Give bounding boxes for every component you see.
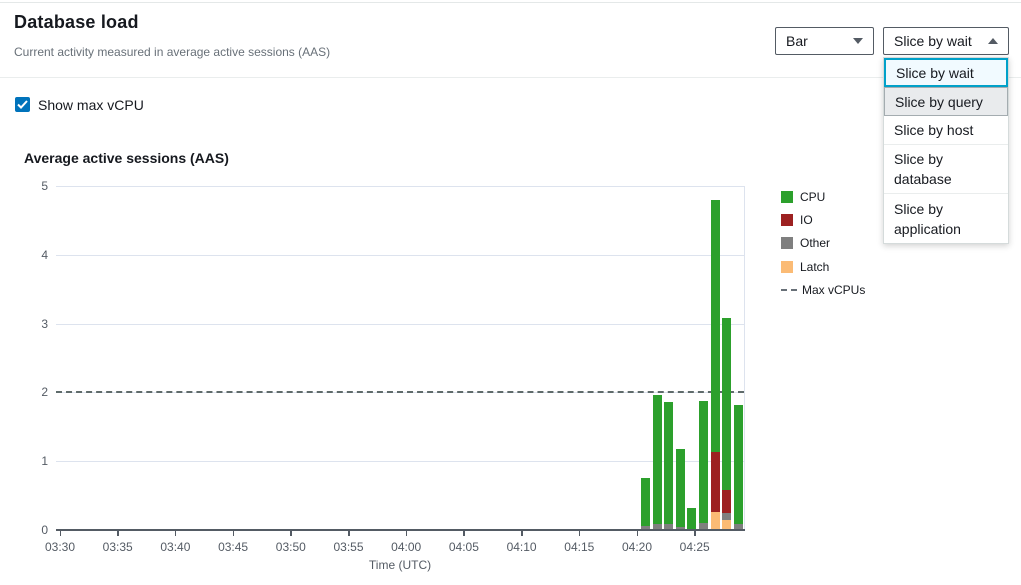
menu-item-slice-by-query[interactable]: Slice by query bbox=[884, 87, 1008, 116]
gridline-y3 bbox=[56, 324, 744, 325]
plot-right-gridline bbox=[744, 186, 745, 530]
slice-by-dropdown[interactable]: Slice by wait bbox=[883, 27, 1009, 55]
legend-item-max-vcpus: Max vCPUs bbox=[781, 283, 865, 297]
x-tick-03-35 bbox=[117, 531, 119, 536]
bar-04:27-io bbox=[711, 452, 720, 512]
slice-by-value: Slice by wait bbox=[894, 33, 972, 49]
x-tick-03-30 bbox=[60, 531, 62, 536]
chart-title: Average active sessions (AAS) bbox=[24, 150, 229, 166]
bar-04:27-latch bbox=[711, 512, 720, 530]
gridline-y5 bbox=[56, 186, 744, 187]
chart-type-value: Bar bbox=[786, 33, 808, 49]
page-title: Database load bbox=[14, 12, 139, 33]
legend-dash-icon bbox=[781, 289, 797, 291]
show-max-vcpu-checkbox[interactable] bbox=[15, 97, 30, 112]
bar-04:25-cpu bbox=[687, 508, 696, 530]
x-tick-04-15 bbox=[579, 531, 581, 536]
x-tick-label-03-55: 03:55 bbox=[327, 540, 371, 554]
bar-04:29-cpu bbox=[734, 405, 743, 523]
show-max-vcpu-label: Show max vCPU bbox=[38, 97, 144, 113]
legend-label-latch: Latch bbox=[800, 260, 829, 274]
bar-04:24-cpu bbox=[676, 449, 685, 527]
top-border bbox=[0, 2, 1021, 3]
bar-04:26-cpu bbox=[699, 401, 708, 523]
x-tick-label-04-25: 04:25 bbox=[673, 540, 717, 554]
max-vcpus-line bbox=[56, 391, 744, 393]
x-tick-03-55 bbox=[348, 531, 350, 536]
x-tick-03-40 bbox=[175, 531, 177, 536]
bar-04:21-cpu bbox=[641, 478, 650, 525]
y-tick-label-4: 4 bbox=[18, 248, 48, 262]
x-tick-04-05 bbox=[463, 531, 465, 536]
legend-swatch-other bbox=[781, 237, 793, 249]
page-subtitle: Current activity measured in average act… bbox=[14, 45, 330, 59]
caret-up-icon bbox=[988, 38, 998, 44]
legend-item-cpu: CPU bbox=[781, 190, 825, 204]
x-tick-label-04-05: 04:05 bbox=[442, 540, 486, 554]
x-tick-label-03-30: 03:30 bbox=[38, 540, 82, 554]
x-tick-label-04-20: 04:20 bbox=[615, 540, 659, 554]
legend-swatch-latch bbox=[781, 261, 793, 273]
legend-label-max-vcpus: Max vCPUs bbox=[802, 283, 865, 297]
x-tick-label-03-35: 03:35 bbox=[96, 540, 140, 554]
header-divider bbox=[0, 77, 1021, 78]
x-tick-label-04-10: 04:10 bbox=[500, 540, 544, 554]
menu-item-slice-by-host[interactable]: Slice by host bbox=[884, 116, 1008, 145]
y-tick-label-2: 2 bbox=[18, 385, 48, 399]
chart-type-dropdown[interactable]: Bar bbox=[775, 27, 874, 55]
gridline-y4 bbox=[56, 255, 744, 256]
x-tick-label-03-45: 03:45 bbox=[211, 540, 255, 554]
menu-item-slice-by-application[interactable]: Slice by application bbox=[884, 194, 1008, 243]
bar-04:28-other bbox=[722, 513, 731, 520]
bar-04:28-io bbox=[722, 490, 731, 513]
x-tick-04-20 bbox=[637, 531, 639, 536]
menu-item-slice-by-wait[interactable]: Slice by wait bbox=[884, 58, 1008, 87]
legend-label-other: Other bbox=[800, 236, 830, 250]
legend-item-other: Other bbox=[781, 236, 830, 250]
legend-label-cpu: CPU bbox=[800, 190, 825, 204]
x-tick-label-04-15: 04:15 bbox=[557, 540, 601, 554]
x-tick-04-00 bbox=[406, 531, 408, 536]
y-tick-label-1: 1 bbox=[18, 454, 48, 468]
y-tick-label-0: 0 bbox=[18, 523, 48, 537]
checkmark-icon bbox=[17, 100, 28, 109]
y-tick-label-3: 3 bbox=[18, 317, 48, 331]
x-tick-label-03-40: 03:40 bbox=[153, 540, 197, 554]
x-axis-title: Time (UTC) bbox=[340, 558, 460, 572]
legend-swatch-io bbox=[781, 214, 793, 226]
legend-swatch-cpu bbox=[781, 191, 793, 203]
legend-item-io: IO bbox=[781, 213, 813, 227]
x-axis-line bbox=[56, 529, 745, 531]
caret-down-icon bbox=[853, 38, 863, 44]
bar-04:22-cpu bbox=[653, 395, 662, 524]
x-tick-label-03-50: 03:50 bbox=[269, 540, 313, 554]
menu-item-slice-by-database[interactable]: Slice by database bbox=[884, 145, 1008, 194]
legend-item-latch: Latch bbox=[781, 260, 829, 274]
x-tick-04-25 bbox=[694, 531, 696, 536]
bar-04:27-cpu bbox=[711, 200, 720, 452]
x-tick-03-50 bbox=[290, 531, 292, 536]
x-tick-03-45 bbox=[233, 531, 235, 536]
x-tick-04-10 bbox=[521, 531, 523, 536]
slice-by-menu: Slice by waitSlice by querySlice by host… bbox=[883, 57, 1009, 244]
legend-label-io: IO bbox=[800, 213, 813, 227]
x-tick-label-04-00: 04:00 bbox=[384, 540, 428, 554]
bar-04:28-cpu bbox=[722, 318, 731, 490]
bar-04:23-cpu bbox=[664, 402, 673, 524]
database-load-widget: Database load Current activity measured … bbox=[0, 0, 1021, 585]
y-tick-label-5: 5 bbox=[18, 179, 48, 193]
gridline-y1 bbox=[56, 461, 744, 462]
